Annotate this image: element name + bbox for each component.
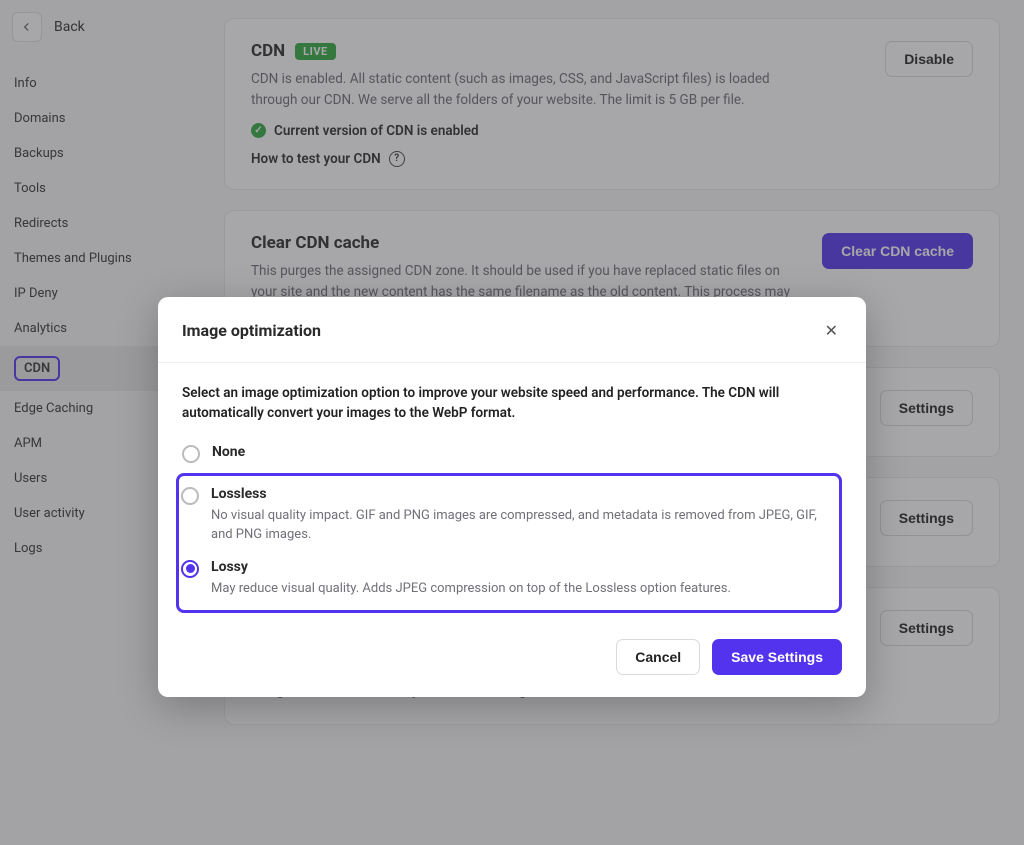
modal-title: Image optimization (182, 321, 321, 340)
radio-lossy[interactable] (181, 560, 199, 578)
cancel-button[interactable]: Cancel (616, 639, 700, 675)
option-lossless-desc: No visual quality impact. GIF and PNG im… (211, 506, 831, 545)
option-none[interactable]: None (182, 440, 842, 473)
highlight-box: Lossless No visual quality impact. GIF a… (176, 473, 842, 614)
option-none-title: None (212, 444, 245, 460)
modal-header: Image optimization ✕ (158, 297, 866, 363)
save-settings-button[interactable]: Save Settings (712, 639, 842, 675)
option-lossless-title: Lossless (211, 486, 831, 502)
close-icon[interactable]: ✕ (821, 317, 842, 344)
modal-footer: Cancel Save Settings (158, 621, 866, 697)
modal-overlay[interactable]: Image optimization ✕ Select an image opt… (0, 0, 1024, 845)
option-lossy-desc: May reduce visual quality. Adds JPEG com… (211, 579, 731, 599)
image-optimization-modal: Image optimization ✕ Select an image opt… (158, 297, 866, 697)
option-lossy-title: Lossy (211, 559, 731, 575)
option-lossless[interactable]: Lossless No visual quality impact. GIF a… (181, 482, 831, 555)
radio-lossless[interactable] (181, 487, 199, 505)
option-lossy[interactable]: Lossy May reduce visual quality. Adds JP… (181, 555, 831, 609)
radio-none[interactable] (182, 445, 200, 463)
modal-body: Select an image optimization option to i… (158, 363, 866, 621)
modal-desc: Select an image optimization option to i… (182, 383, 842, 424)
